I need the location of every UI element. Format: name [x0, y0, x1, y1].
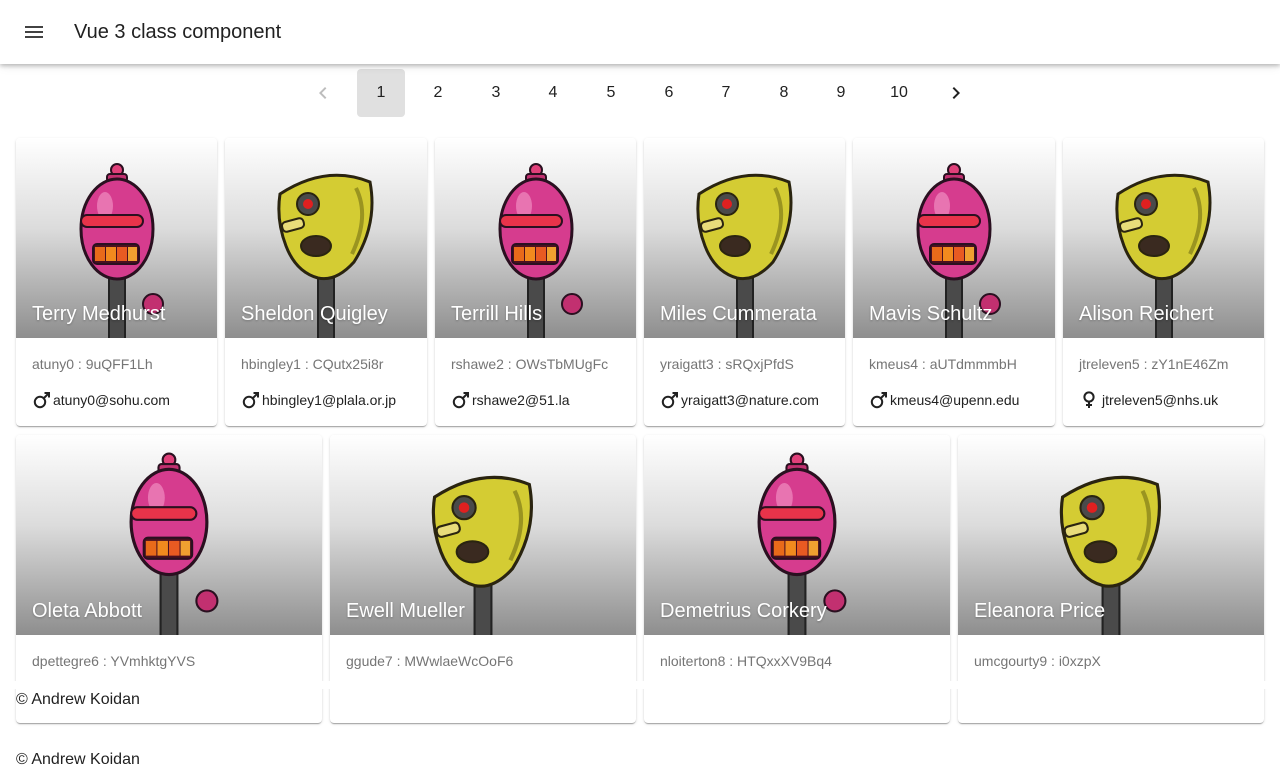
avatar-image: Mavis Schultz [853, 138, 1055, 338]
email-row: jtreleven5@nhs.uk [1079, 390, 1218, 410]
user-card[interactable]: Oleta Abbott dpettegre6 : YVmhktgYVS [16, 435, 322, 723]
avatar-image: Alison Reichert [1063, 138, 1264, 338]
user-email[interactable]: jtreleven5@nhs.uk [1102, 392, 1218, 408]
avatar-image: Terrill Hills [435, 138, 636, 338]
avatar-image: Demetrius Corkery [644, 435, 950, 635]
page-button-6[interactable]: 6 [645, 69, 693, 117]
page-button-9[interactable]: 9 [817, 69, 865, 117]
male-icon [242, 392, 259, 409]
email-row: atuny0@sohu.com [32, 390, 170, 410]
app-bar: Vue 3 class component [0, 0, 1280, 64]
footer-copyright: © Andrew Koidan [16, 751, 140, 768]
user-name: Eleanora Price [974, 600, 1106, 622]
user-credentials: ggude7 : MWwlaeWcOoF6 [346, 653, 514, 669]
user-name: Mavis Schultz [869, 303, 993, 325]
male-icon [661, 392, 678, 409]
page-button-4[interactable]: 4 [529, 69, 577, 117]
user-email[interactable]: atuny0@sohu.com [53, 392, 170, 408]
user-credentials: nloiterton8 : HTQxxXV9Bq4 [660, 653, 832, 669]
user-email[interactable]: kmeus4@upenn.edu [890, 392, 1019, 408]
prev-page-button[interactable] [299, 69, 347, 117]
footer-copyright-overlay: © Andrew Koidan [16, 690, 144, 710]
page-button-2[interactable]: 2 [414, 69, 462, 117]
user-name: Terry Medhurst [32, 303, 166, 325]
user-credentials: dpettegre6 : YVmhktgYVS [32, 653, 196, 669]
user-email[interactable]: yraigatt3@nature.com [681, 392, 819, 408]
user-name: Ewell Mueller [346, 600, 465, 622]
user-card[interactable]: Eleanora Price umcgourty9 : i0xzpX [958, 435, 1264, 723]
chevron-right-icon [952, 87, 960, 99]
avatar-image: Ewell Mueller [330, 435, 636, 635]
user-card[interactable]: Demetrius Corkery nloiterton8 : HTQxxXV9… [644, 435, 950, 723]
chevron-left-icon [319, 87, 327, 99]
avatar-image: Terry Medhurst [16, 138, 217, 338]
user-credentials: yraigatt3 : sRQxjPfdS [660, 356, 794, 372]
avatar-image: Eleanora Price [958, 435, 1264, 635]
avatar-image: Oleta Abbott [16, 435, 322, 635]
user-credentials: rshawe2 : OWsTbMUgFc [451, 356, 609, 372]
user-credentials: hbingley1 : CQutx25i8r [241, 356, 384, 372]
male-icon [870, 392, 887, 409]
user-name: Miles Cummerata [660, 303, 817, 325]
email-row: yraigatt3@nature.com [660, 390, 819, 410]
user-name: Terrill Hills [451, 303, 543, 325]
user-credentials: kmeus4 : aUTdmmmbH [869, 356, 1017, 372]
user-credentials: atuny0 : 9uQFF1Lh [32, 356, 153, 372]
user-card[interactable]: Sheldon Quigley hbingley1 : CQutx25i8r h… [225, 138, 427, 426]
user-card[interactable]: Terry Medhurst atuny0 : 9uQFF1Lh atuny0@… [16, 138, 217, 426]
user-name: Sheldon Quigley [241, 303, 388, 325]
user-credentials: umcgourty9 : i0xzpX [974, 653, 1101, 669]
male-icon [33, 392, 50, 409]
email-row: kmeus4@upenn.edu [869, 390, 1019, 410]
user-email[interactable]: rshawe2@51.la [472, 392, 570, 408]
male-icon [452, 392, 469, 409]
page-button-1[interactable]: 1 [357, 69, 405, 117]
next-page-button[interactable] [932, 69, 980, 117]
email-row: hbingley1@plala.or.jp [241, 390, 396, 410]
menu-button[interactable] [18, 16, 50, 48]
avatar-image: Sheldon Quigley [225, 138, 427, 338]
female-icon [1083, 391, 1095, 408]
content-clip-band [0, 681, 1280, 689]
avatar-image: Miles Cummerata [644, 138, 845, 338]
email-row: rshawe2@51.la [451, 390, 570, 410]
user-card[interactable]: Terrill Hills rshawe2 : OWsTbMUgFc rshaw… [435, 138, 636, 426]
user-card[interactable]: Mavis Schultz kmeus4 : aUTdmmmbH kmeus4@… [853, 138, 1055, 426]
page-button-8[interactable]: 8 [760, 69, 808, 117]
user-name: Alison Reichert [1079, 303, 1214, 325]
user-name: Oleta Abbott [32, 600, 143, 622]
menu-icon [25, 26, 43, 38]
page-button-5[interactable]: 5 [587, 69, 635, 117]
user-email[interactable]: hbingley1@plala.or.jp [262, 392, 396, 408]
page-button-10[interactable]: 10 [875, 69, 923, 117]
user-card[interactable]: Alison Reichert jtreleven5 : zY1nE46Zm j… [1063, 138, 1264, 426]
user-card[interactable]: Ewell Mueller ggude7 : MWwlaeWcOoF6 [330, 435, 636, 723]
user-name: Demetrius Corkery [660, 600, 827, 622]
page-button-7[interactable]: 7 [702, 69, 750, 117]
pagination: 1 2 3 4 5 6 7 8 9 10 [0, 69, 1280, 117]
page-button-3[interactable]: 3 [472, 69, 520, 117]
user-card[interactable]: Miles Cummerata yraigatt3 : sRQxjPfdS yr… [644, 138, 845, 426]
app-title: Vue 3 class component [74, 21, 282, 43]
user-credentials: jtreleven5 : zY1nE46Zm [1079, 356, 1229, 372]
